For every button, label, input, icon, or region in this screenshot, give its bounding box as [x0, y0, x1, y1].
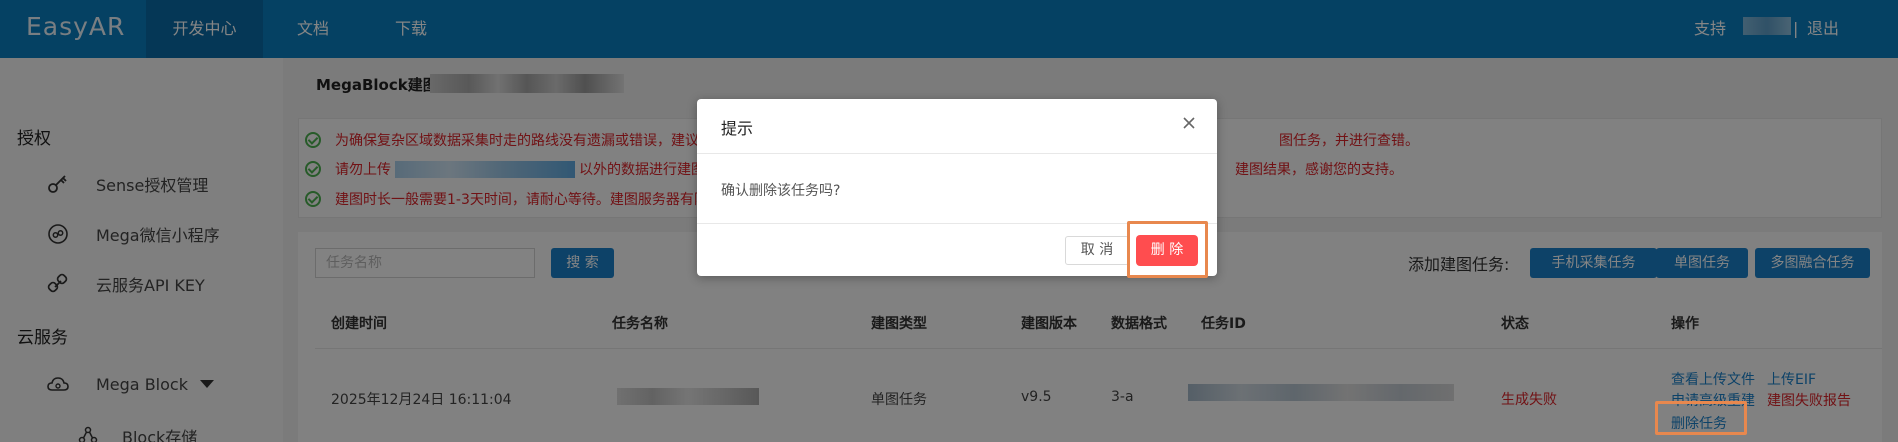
cancel-button[interactable]: 取 消 [1065, 236, 1129, 265]
close-icon[interactable] [1181, 115, 1197, 131]
dialog-message: 确认删除该任务吗? [721, 183, 841, 199]
dialog-title: 提示 [721, 119, 754, 138]
highlight-delete-task-link [1655, 401, 1747, 435]
dialog-divider [697, 153, 1217, 154]
highlight-confirm-delete [1127, 221, 1208, 278]
